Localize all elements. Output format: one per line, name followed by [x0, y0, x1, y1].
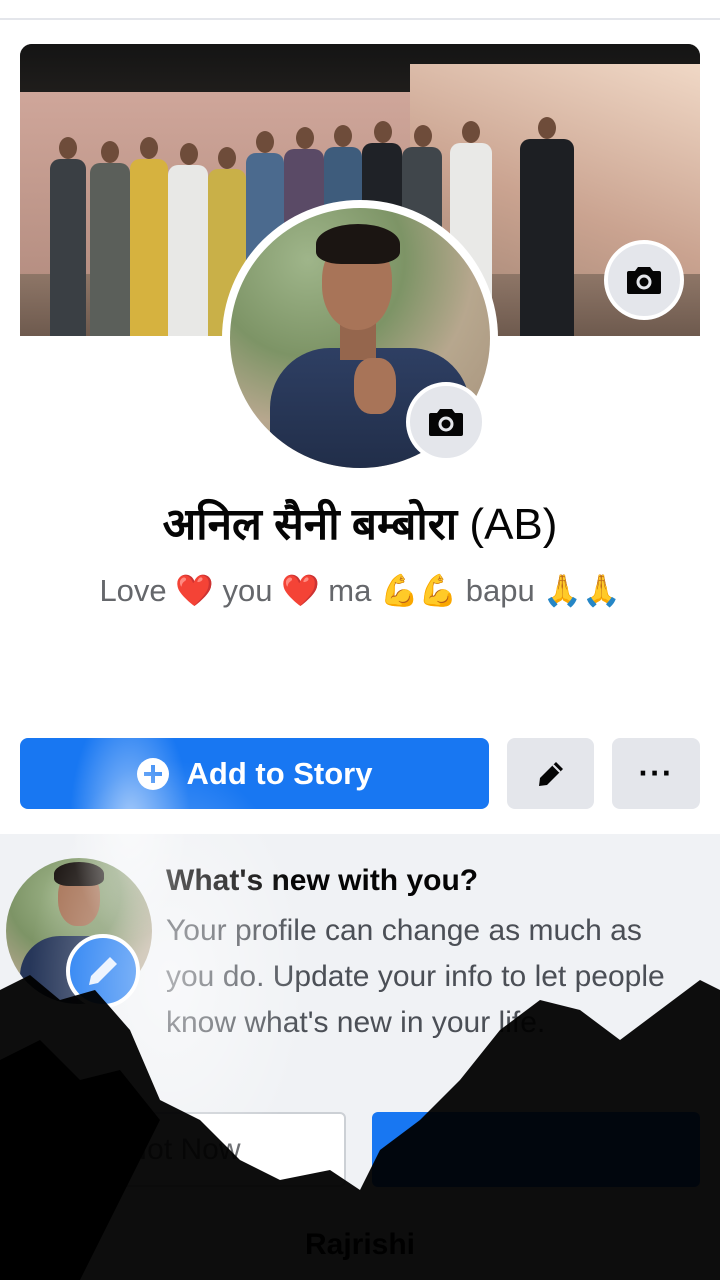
- add-to-story-label: Add to Story: [186, 755, 373, 791]
- profile-bio: Love ❤️ you ❤️ ma 💪💪 bapu 🙏🙏: [99, 573, 621, 608]
- cover-photo-camera-button[interactable]: [604, 240, 684, 320]
- profile-name-suffix: (AB): [469, 500, 558, 549]
- plus-circle-icon: [136, 757, 169, 790]
- more-icon: ···: [638, 755, 674, 791]
- card-body: Your profile can change as much as you d…: [166, 914, 665, 1039]
- card-pencil-badge[interactable]: [66, 934, 140, 1008]
- pencil-icon: [89, 957, 117, 985]
- not-now-button[interactable]: Not Now: [20, 1112, 346, 1187]
- pencil-icon: [538, 761, 563, 786]
- update-info-button[interactable]: [372, 1112, 700, 1187]
- not-now-label: Not Now: [125, 1132, 241, 1166]
- below-card-text: Rajrishi: [304, 1228, 416, 1261]
- more-options-button[interactable]: ···: [612, 738, 700, 809]
- profile-picture-camera-button[interactable]: [406, 382, 486, 462]
- top-divider: [0, 18, 720, 20]
- edit-profile-button[interactable]: [507, 738, 594, 809]
- camera-icon: [627, 267, 661, 294]
- camera-icon: [429, 409, 463, 436]
- card-title: What's new with you?: [166, 864, 479, 897]
- add-to-story-button[interactable]: Add to Story: [20, 738, 489, 809]
- profile-name-text: अनिल सैनी बम्बोरा: [162, 500, 458, 549]
- profile-name: अनिल सैनी बम्बोरा (AB): [0, 492, 720, 552]
